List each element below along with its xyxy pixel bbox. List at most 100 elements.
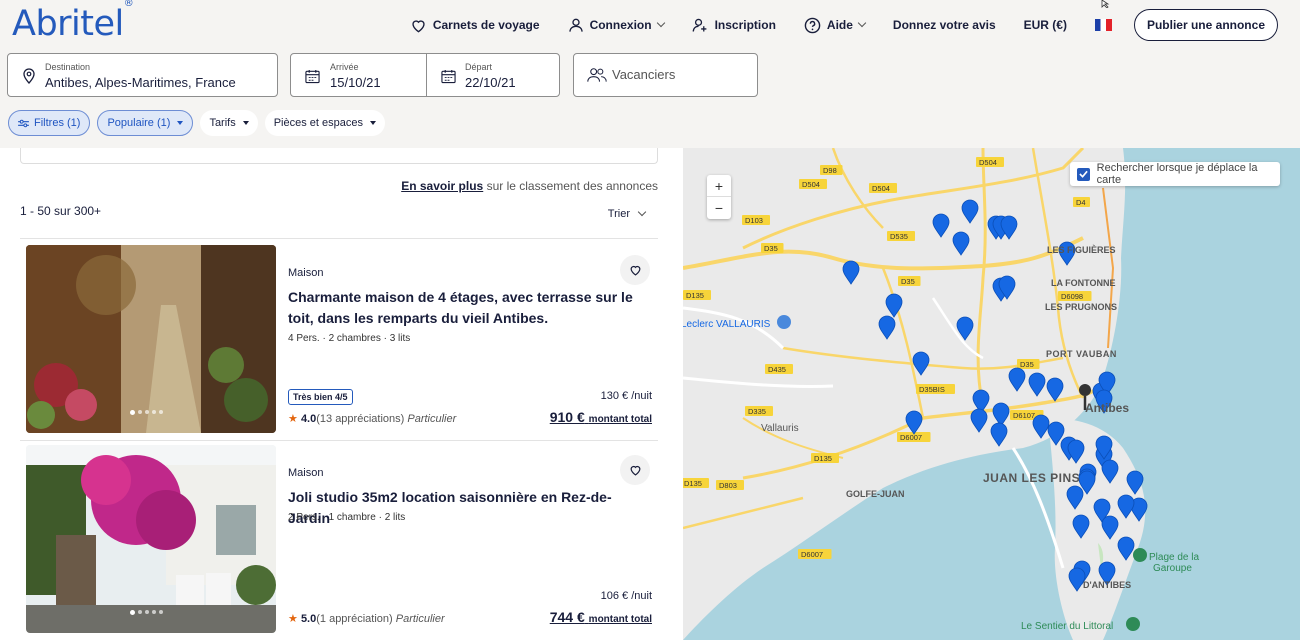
total-label: montant total: [588, 414, 652, 425]
place-label-la-fontonne: LA FONTONNE: [1051, 278, 1116, 288]
results-pane[interactable]: En savoir plus sur le classement des ann…: [0, 148, 683, 640]
listing-map-pin[interactable]: [990, 422, 1008, 447]
guests-icon: [587, 68, 607, 82]
listing-map-pin[interactable]: [961, 199, 979, 224]
abritel-logo[interactable]: Abritel®: [12, 0, 134, 44]
divider: [20, 238, 658, 239]
listing-title[interactable]: Charmante maison de 4 étages, avec terra…: [288, 287, 648, 329]
favorite-button[interactable]: [620, 455, 650, 485]
caret-down-icon: [177, 121, 184, 125]
nav-label: Aide: [826, 18, 853, 32]
zoom-controls: + −: [707, 175, 731, 219]
place-label-les-figuieres: LES FIGUIÈRES: [1047, 245, 1116, 255]
svg-text:D135: D135: [684, 479, 702, 488]
listing-map-pin[interactable]: [905, 410, 923, 435]
chip-label: Tarifs: [209, 117, 236, 129]
heart-icon: [630, 465, 640, 476]
total-price[interactable]: 744 € montant total: [550, 609, 652, 625]
total-amount: 744 €: [549, 609, 585, 625]
user-icon: [568, 18, 583, 32]
host-type: Particulier: [395, 613, 445, 625]
nav-donnez-votre-avis[interactable]: Donnez votre avis: [893, 8, 996, 42]
svg-text:D504: D504: [872, 184, 890, 193]
listing-map-pin[interactable]: [1008, 367, 1026, 392]
road-shield: D35: [761, 243, 784, 253]
listing-type: Maison: [288, 267, 324, 279]
nav-aide[interactable]: Aide: [804, 8, 867, 42]
road-shield: D135: [683, 290, 711, 300]
results-count: 1 - 50 sur 300+: [20, 204, 102, 218]
sort-button[interactable]: Trier: [607, 207, 647, 220]
rooms-filter-chip[interactable]: Pièces et espaces: [264, 110, 385, 136]
zoom-out-button[interactable]: −: [707, 197, 731, 219]
svg-text:D35: D35: [1020, 360, 1034, 369]
listing-photo[interactable]: [26, 445, 276, 633]
listing-card[interactable]: Maison Charmante maison de 4 étages, ave…: [20, 245, 658, 435]
listing-map-pin[interactable]: [1028, 372, 1046, 397]
place-label-garoupe-2: Garoupe: [1153, 563, 1192, 574]
listing-map-pin[interactable]: [1046, 377, 1064, 402]
filters-button[interactable]: Filtres (1): [8, 110, 91, 136]
location-pin-icon: [23, 68, 35, 84]
checkbox-checked-icon[interactable]: [1077, 167, 1090, 181]
nav-currency[interactable]: EUR (€): [1024, 8, 1067, 42]
place-label-juan-les-pins: JUAN LES PINS: [983, 471, 1080, 485]
listing-map-pin[interactable]: [1032, 414, 1050, 439]
listing-map-pin[interactable]: [952, 231, 970, 256]
arrival-date-field[interactable]: Arrivée 15/10/21: [290, 53, 427, 97]
listing-photo[interactable]: [26, 245, 276, 433]
road-shield: D435: [765, 364, 793, 374]
listing-map-pin[interactable]: [912, 351, 930, 376]
road-shield: D6007: [798, 549, 832, 559]
svg-text:D135: D135: [686, 291, 704, 300]
listing-details: 2 Pers. · 1 chambre · 2 lits: [288, 512, 406, 523]
road-shield: D504: [869, 183, 897, 193]
price-filter-chip[interactable]: Tarifs: [200, 110, 258, 136]
map[interactable]: D98 D504 D504 D504 D103 D35 D535 D35 D435 D35BIS D…: [683, 148, 1300, 640]
place-label-cap-antibes: D'ANTIBES: [1083, 580, 1131, 590]
listing-map-pin[interactable]: [992, 402, 1010, 427]
nav-carnets-de-voyage[interactable]: Carnets de voyage: [410, 8, 540, 42]
user-add-icon: [692, 18, 706, 32]
listing-map-pin[interactable]: [932, 213, 950, 238]
nav-language[interactable]: [1094, 8, 1112, 42]
listing-map-pin[interactable]: [970, 408, 988, 433]
heart-icon: [412, 19, 425, 32]
chevron-down-icon: [637, 207, 647, 217]
zoom-in-button[interactable]: +: [707, 175, 731, 197]
listing-map-pin[interactable]: [878, 315, 896, 340]
map-canvas[interactable]: D98D504 D504D504D103D35D535D35D435D35BISD…: [683, 148, 1300, 640]
garden-photo: [26, 445, 276, 633]
nav-label: Donnez votre avis: [892, 18, 996, 32]
favorite-button[interactable]: [620, 255, 650, 285]
place-label-sentier-littoral: Le Sentier du Littoral: [1021, 621, 1113, 632]
destination-field[interactable]: Destination Antibes, Alpes-Maritimes, Fr…: [7, 53, 278, 97]
host-type: Particulier: [407, 413, 457, 425]
place-label-golfe-juan: GOLFE-JUAN: [846, 489, 905, 499]
chip-label: Populaire (1): [107, 117, 171, 129]
logo-text: Abritel: [12, 4, 124, 44]
calendar-icon: [305, 69, 320, 84]
total-price[interactable]: 910 € montant total: [550, 409, 652, 425]
chevron-down-icon: [857, 18, 867, 28]
caret-down-icon: [370, 121, 376, 125]
heart-icon: [630, 265, 640, 276]
search-on-move-label: Rechercher lorsque je déplace la carte: [1096, 162, 1258, 186]
publish-listing-button[interactable]: Publier une annonce: [1133, 9, 1278, 41]
departure-date-field[interactable]: Départ 22/10/21: [426, 53, 560, 97]
star-icon: ★: [288, 613, 298, 625]
nav-inscription[interactable]: Inscription: [692, 8, 776, 42]
nav-label: Carnets de voyage: [432, 18, 540, 32]
listing-map-pin[interactable]: [842, 260, 860, 285]
svg-text:D35: D35: [764, 244, 778, 253]
guests-field[interactable]: Vacanciers: [573, 53, 758, 97]
publish-label: Publier une annonce: [1146, 18, 1265, 32]
learn-more-link[interactable]: En savoir plus: [401, 179, 483, 193]
popular-filter-chip[interactable]: Populaire (1): [97, 110, 194, 136]
listing-card[interactable]: Maison Joli studio 35m2 location saisonn…: [20, 445, 658, 635]
sort-label: Trier: [607, 208, 630, 220]
reviews-count: (13 appréciations): [316, 413, 405, 425]
nav-connexion[interactable]: Connexion: [568, 8, 665, 42]
shop-icon: [777, 315, 791, 329]
search-on-move-toggle[interactable]: Rechercher lorsque je déplace la carte: [1070, 162, 1280, 186]
